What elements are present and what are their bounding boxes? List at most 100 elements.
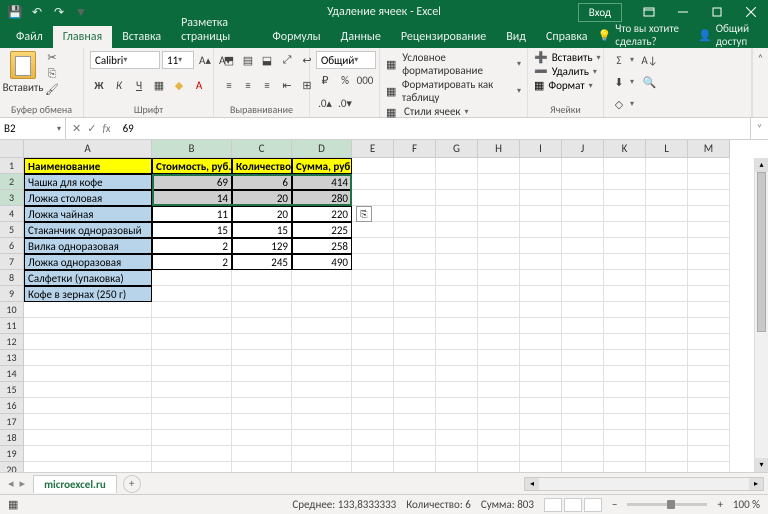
cell-M11[interactable] [688, 318, 730, 334]
cell-C16[interactable] [232, 398, 292, 414]
cell-M9[interactable] [688, 286, 730, 302]
cell-F3[interactable] [394, 190, 436, 206]
vertical-scrollbar[interactable]: ▴ ▾ [754, 158, 768, 472]
tab-file[interactable]: Файл [6, 26, 53, 48]
cell-J3[interactable] [562, 190, 604, 206]
cell-I14[interactable] [520, 366, 562, 382]
qat-customize-icon[interactable]: ▼ [74, 5, 88, 19]
row-header-14[interactable]: 14 [0, 366, 24, 382]
cell-D3[interactable]: 280 [292, 190, 352, 206]
cell-L5[interactable] [646, 222, 688, 238]
cell-L19[interactable] [646, 446, 688, 462]
cell-M15[interactable] [688, 382, 730, 398]
cell-F7[interactable] [394, 254, 436, 270]
tab-insert[interactable]: Вставка [112, 26, 171, 48]
underline-icon[interactable]: Ч [130, 76, 148, 94]
cell-B20[interactable] [152, 462, 232, 472]
cell-A1[interactable]: Наименование [24, 158, 152, 174]
cell-I13[interactable] [520, 350, 562, 366]
cell-styles-button[interactable]: ▦Стили ячеек▾ [386, 105, 469, 118]
cell-L2[interactable] [646, 174, 688, 190]
cell-E7[interactable] [352, 254, 394, 270]
cell-M19[interactable] [688, 446, 730, 462]
zoom-level[interactable]: 100 % [733, 498, 760, 511]
cell-I8[interactable] [520, 270, 562, 286]
cell-G13[interactable] [436, 350, 478, 366]
cell-E5[interactable] [352, 222, 394, 238]
row-header-8[interactable]: 8 [0, 270, 24, 286]
cell-D1[interactable]: Сумма, руб. [292, 158, 352, 174]
col-header-G[interactable]: G [436, 140, 478, 158]
cell-J10[interactable] [562, 302, 604, 318]
cell-I2[interactable] [520, 174, 562, 190]
cell-E14[interactable] [352, 366, 394, 382]
cell-F15[interactable] [394, 382, 436, 398]
scroll-right-icon[interactable]: ▸ [749, 478, 763, 490]
cell-J19[interactable] [562, 446, 604, 462]
cell-M10[interactable] [688, 302, 730, 318]
cell-G1[interactable] [436, 158, 478, 174]
cell-E1[interactable] [352, 158, 394, 174]
cell-L6[interactable] [646, 238, 688, 254]
cell-M17[interactable] [688, 414, 730, 430]
cell-I9[interactable] [520, 286, 562, 302]
orientation-icon[interactable]: ⤢ [278, 51, 296, 69]
cell-I5[interactable] [520, 222, 562, 238]
font-color-icon[interactable]: A [190, 76, 208, 94]
cell-L13[interactable] [646, 350, 688, 366]
cell-F5[interactable] [394, 222, 436, 238]
row-header-17[interactable]: 17 [0, 414, 24, 430]
conditional-formatting-button[interactable]: ▦Условное форматирование▾ [386, 51, 521, 77]
cell-L10[interactable] [646, 302, 688, 318]
cell-M3[interactable] [688, 190, 730, 206]
cell-B10[interactable] [152, 302, 232, 318]
percent-icon[interactable]: % [336, 71, 354, 89]
cell-J9[interactable] [562, 286, 604, 302]
login-button[interactable]: Вход [578, 3, 622, 22]
cell-M7[interactable] [688, 254, 730, 270]
cell-A12[interactable] [24, 334, 152, 350]
cell-G2[interactable] [436, 174, 478, 190]
cell-C11[interactable] [232, 318, 292, 334]
cell-F13[interactable] [394, 350, 436, 366]
cell-H4[interactable] [478, 206, 520, 222]
cell-G19[interactable] [436, 446, 478, 462]
cell-A14[interactable] [24, 366, 152, 382]
cell-K20[interactable] [604, 462, 646, 472]
align-center-icon[interactable]: ≡ [239, 76, 257, 94]
paste-button[interactable]: Вставить [6, 51, 40, 94]
inc-decimal-icon[interactable]: .0▴ [316, 94, 334, 112]
cell-B11[interactable] [152, 318, 232, 334]
cell-J5[interactable] [562, 222, 604, 238]
cell-L18[interactable] [646, 430, 688, 446]
cell-M20[interactable] [688, 462, 730, 472]
col-header-B[interactable]: B [152, 140, 232, 158]
maximize-icon[interactable] [700, 0, 734, 24]
cell-C20[interactable] [232, 462, 292, 472]
cell-G10[interactable] [436, 302, 478, 318]
col-header-M[interactable]: M [688, 140, 730, 158]
cell-L11[interactable] [646, 318, 688, 334]
cell-H5[interactable] [478, 222, 520, 238]
cell-D12[interactable] [292, 334, 352, 350]
cell-A6[interactable]: Вилка одноразовая [24, 238, 152, 254]
cell-L20[interactable] [646, 462, 688, 472]
cell-I4[interactable] [520, 206, 562, 222]
row-header-13[interactable]: 13 [0, 350, 24, 366]
tab-view[interactable]: Вид [496, 26, 536, 48]
dec-decimal-icon[interactable]: .0▾ [336, 94, 354, 112]
cell-K19[interactable] [604, 446, 646, 462]
row-header-1[interactable]: 1 [0, 158, 24, 174]
cell-K8[interactable] [604, 270, 646, 286]
cell-I11[interactable] [520, 318, 562, 334]
zoom-slider[interactable] [627, 503, 707, 506]
cell-L12[interactable] [646, 334, 688, 350]
cell-H9[interactable] [478, 286, 520, 302]
cell-A4[interactable]: Ложка чайная [24, 206, 152, 222]
tab-formulas[interactable]: Формулы [262, 26, 330, 48]
format-painter-icon[interactable]: 🖌 [44, 83, 60, 97]
cell-A18[interactable] [24, 430, 152, 446]
cells-area[interactable]: НаименованиеСтоимость, руб.КоличествоСум… [24, 158, 730, 472]
comma-icon[interactable]: 000 [356, 71, 374, 89]
tell-me[interactable]: 💡Что вы хотите сделать? [598, 22, 687, 48]
